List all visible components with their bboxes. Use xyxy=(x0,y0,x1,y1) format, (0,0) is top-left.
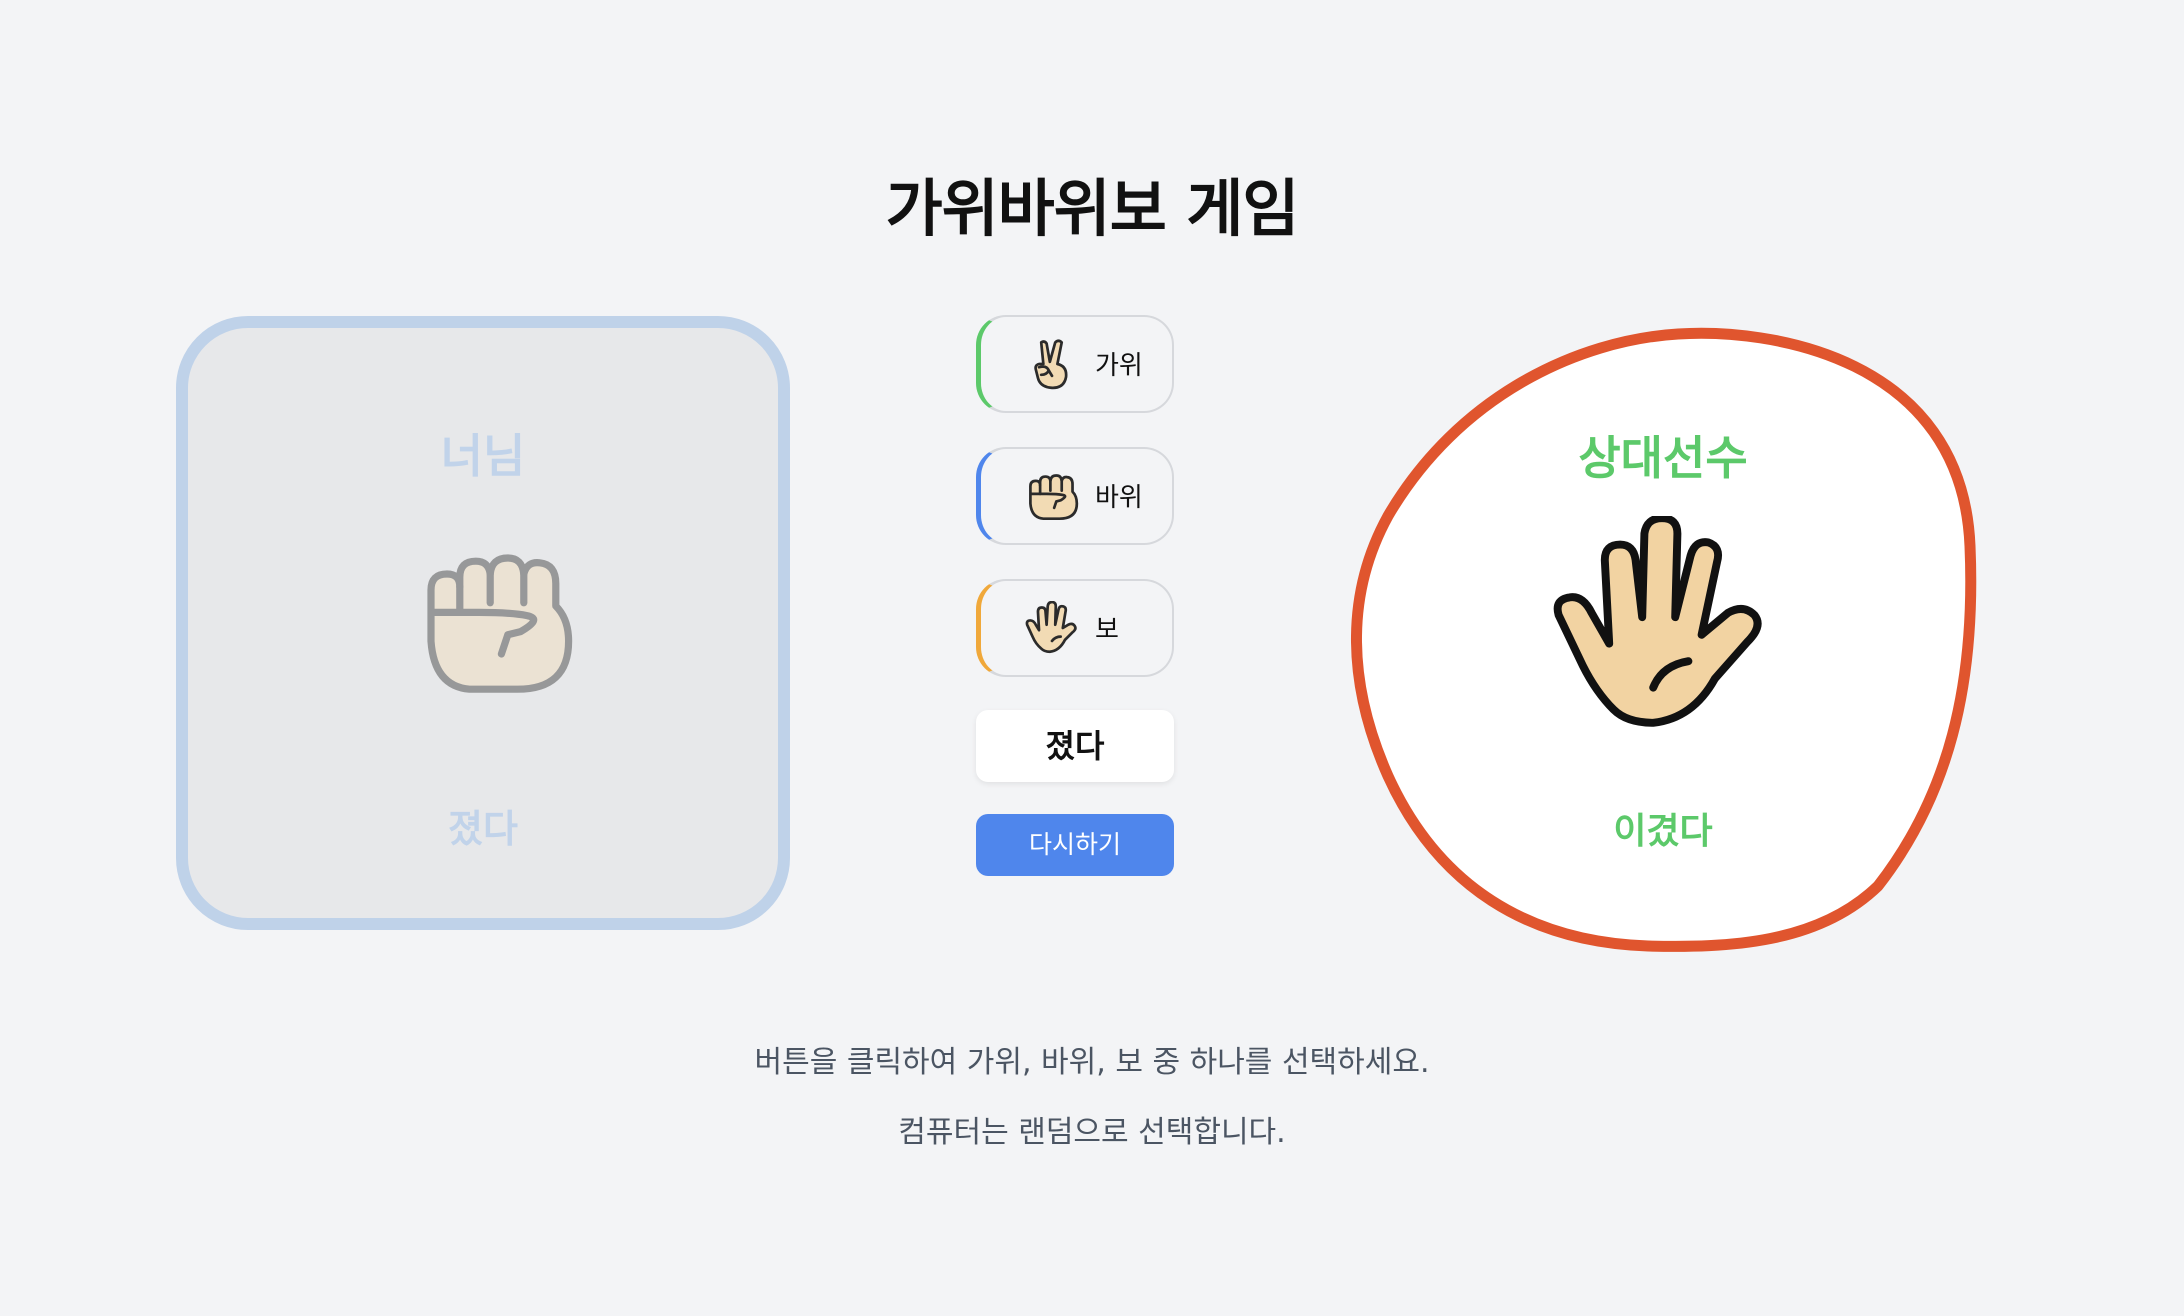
paper-label: 보 xyxy=(1095,615,1119,645)
player-result: 졌다 xyxy=(448,807,518,851)
fist-icon xyxy=(1029,474,1079,521)
instruction-line: 컴퓨터는 랜덤으로 선택합니다. xyxy=(898,1115,1286,1150)
player-name: 너님 xyxy=(440,429,526,483)
open-hand-icon xyxy=(1025,601,1077,654)
rock-label: 바위 xyxy=(1095,483,1143,513)
result-display: 졌다 xyxy=(976,710,1174,782)
victory-hand-icon xyxy=(1034,339,1068,390)
instructions: 버튼을 클릭하여 가위, 바위, 보 중 하나를 선택하세요. 컴퓨터는 랜덤으… xyxy=(0,1028,2184,1168)
rock-button[interactable]: 바위 xyxy=(976,447,1174,545)
scissors-button[interactable]: 가위 xyxy=(976,315,1174,413)
fist-icon xyxy=(427,554,573,693)
opponent-name: 상대선수 xyxy=(1578,431,1748,485)
player-card: 너님 졌다 xyxy=(176,316,790,930)
paper-button[interactable]: 보 xyxy=(976,579,1174,677)
open-hand-icon xyxy=(1553,516,1762,727)
scissors-label: 가위 xyxy=(1095,351,1143,381)
retry-button[interactable]: 다시하기 xyxy=(976,814,1174,876)
game-page: 가위바위보 게임 너님 졌다 가위 바위 보 졌다 다시하기 상대선수 이겼다 … xyxy=(0,0,2184,1316)
opponent-result: 이겼다 xyxy=(1613,811,1713,852)
instruction-line: 버튼을 클릭하여 가위, 바위, 보 중 하나를 선택하세요. xyxy=(754,1045,1430,1080)
page-title: 가위바위보 게임 xyxy=(885,172,1300,245)
